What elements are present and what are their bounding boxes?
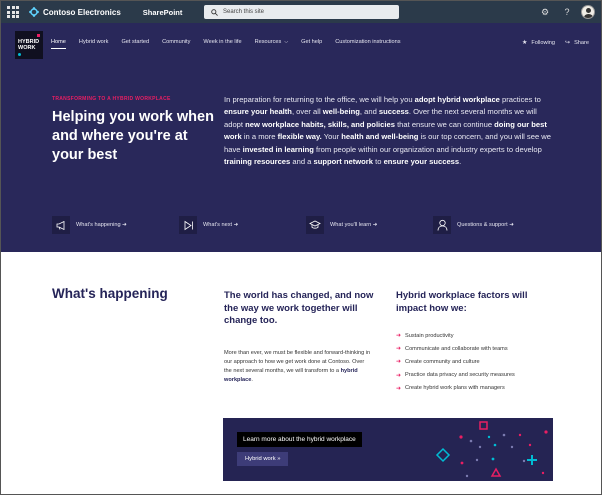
arrow-right-icon: ➜: [396, 372, 402, 379]
world-changed-block: The world has changed, and now the way w…: [224, 290, 384, 385]
following-button[interactable]: ★ Following: [522, 39, 556, 47]
nav-get-help[interactable]: Get help: [301, 39, 322, 45]
hero-emphasis: new workplace habits, skills, and polici…: [245, 119, 395, 129]
factor-text: Communicate and collaborate with teams: [405, 345, 508, 352]
hero-emphasis: well-being: [322, 107, 360, 117]
next-icon: [179, 216, 197, 234]
hero-text-segment: from people within our organization and …: [313, 144, 542, 154]
nav-get-started[interactable]: Get started: [121, 39, 149, 45]
contoso-logo-icon: [29, 7, 39, 17]
search-placeholder: Search this site: [223, 9, 265, 15]
nav-home[interactable]: Home: [51, 39, 66, 49]
hybrid-workplace-banner: Learn more about the hybrid workplace Hy…: [223, 418, 553, 481]
factor-text: Create community and culture: [405, 358, 480, 365]
factor-text: Sustain productivity: [405, 332, 454, 339]
hero-emphasis: invested in learning: [242, 144, 314, 154]
hero-emphasis: success: [378, 107, 409, 117]
hero-emphasis: ensure your success: [383, 157, 460, 167]
nav-customization-instructions[interactable]: Customization instructions: [335, 39, 400, 45]
hero-text-segment: practices to: [499, 95, 541, 104]
hero-text-segment: Your: [321, 132, 342, 142]
nav-resources[interactable]: Resources ⌵: [255, 39, 289, 45]
arrow-right-icon: ➜: [396, 385, 402, 392]
world-changed-heading: The world has changed, and now the way w…: [224, 290, 374, 326]
factors-block: Hybrid workplace factors will impact how…: [396, 290, 556, 395]
hero-emphasis: ensure your health: [224, 107, 292, 117]
chevron-down-icon: ⌵: [284, 39, 289, 45]
hero-eyebrow: TRANSFORMING TO A HYBRID WORKPLACE: [52, 96, 171, 102]
browser-frame: Contoso Electronics SharePoint Search th…: [0, 0, 602, 495]
hero-title: Helping you work when and where you're a…: [52, 109, 214, 163]
hero-text-segment: .: [459, 157, 462, 167]
following-label: Following: [531, 39, 556, 46]
nav-community[interactable]: Community: [162, 39, 190, 45]
list-item: ➜ Practice data privacy and security meas…: [396, 369, 556, 382]
share-icon: ↪: [565, 40, 571, 46]
hero-text-segment: In preparation for returning to the offi…: [224, 95, 415, 104]
nav-resources-label: Resources: [254, 39, 282, 45]
person-support-icon: [433, 216, 451, 234]
quick-link-what-youll-learn[interactable]: What you'll learn ➜: [306, 215, 377, 235]
quick-links: What's happening ➜ What's next ➜ What yo…: [52, 215, 552, 235]
nav-week-in-the-life[interactable]: Week in the life: [203, 39, 241, 45]
factors-list: ➜ Sustain productivity ➜ Communicate and c…: [396, 329, 556, 395]
factor-text: Create hybrid work plans with managers: [405, 385, 505, 392]
search-icon: [211, 8, 218, 16]
app-name[interactable]: SharePoint: [143, 8, 183, 17]
hero-text-segment: to: [373, 157, 384, 167]
arrow-right-icon: ➜: [396, 359, 402, 366]
list-item: ➜ Communicate and collaborate with teams: [396, 342, 556, 355]
hero-emphasis: training resources: [224, 157, 291, 167]
arrow-right-icon: ➜: [396, 346, 402, 353]
hero-description: In preparation for returning to the offi…: [224, 94, 554, 168]
waffle-icon[interactable]: [7, 6, 19, 18]
hero-text-segment: , over all: [291, 107, 323, 117]
nav-hybrid-work[interactable]: Hybrid work: [79, 39, 109, 45]
list-item: ➜ Create community and culture: [396, 355, 556, 368]
share-button[interactable]: ↪ Share: [565, 39, 589, 47]
search-box[interactable]: Search this site: [204, 5, 399, 19]
hybrid-work-button[interactable]: Hybrid work »: [237, 452, 289, 466]
list-item: ➜ Sustain productivity: [396, 329, 556, 342]
banner-title: Learn more about the hybrid workplace: [237, 432, 362, 447]
suite-bar: Contoso Electronics SharePoint Search th…: [1, 1, 601, 23]
list-item: ➜ Create hybrid work plans with managers: [396, 382, 556, 395]
quick-link-label: Questions & support ➜: [457, 222, 514, 228]
quick-link-whats-next[interactable]: What's next ➜: [179, 215, 238, 235]
star-icon: ★: [522, 40, 528, 46]
hero-emphasis: support network: [313, 157, 374, 167]
section-title: What's happening: [52, 286, 168, 301]
world-changed-body: More than ever, we must be flexible and …: [224, 349, 372, 385]
hero-emphasis: adopt hybrid workplace: [414, 95, 500, 104]
site-logo-line2: WORK: [18, 45, 36, 51]
quick-link-questions-support[interactable]: Questions & support ➜: [433, 215, 514, 235]
hero-emphasis: health and well-being: [341, 132, 419, 142]
quick-link-label: What's next ➜: [203, 222, 239, 228]
settings-icon[interactable]: ⚙: [537, 4, 553, 20]
hero-text-segment: , and: [359, 107, 379, 117]
site-navigation: Home Hybrid work Get started Community W…: [51, 39, 414, 49]
brand-name: Contoso Electronics: [43, 7, 121, 17]
graduation-cap-icon: [306, 216, 324, 234]
factors-heading: Hybrid workplace factors will impact how…: [396, 290, 528, 314]
quick-link-label: What you'll learn ➜: [330, 222, 378, 228]
hero-section: HYBRID WORK Home Hybrid work Get started…: [1, 23, 601, 252]
avatar[interactable]: [581, 5, 595, 19]
share-label: Share: [574, 39, 589, 46]
arrow-right-icon: ➜: [396, 333, 402, 340]
decorative-shapes-icon: [435, 421, 548, 478]
factor-text: Practice data privacy and security measu…: [405, 372, 515, 379]
brand[interactable]: Contoso Electronics: [29, 7, 121, 17]
site-logo[interactable]: HYBRID WORK: [15, 31, 43, 59]
hero-text-segment: in a more: [241, 132, 278, 142]
quick-link-whats-happening[interactable]: What's happening ➜: [52, 215, 127, 235]
world-changed-body-end: .: [251, 376, 253, 383]
help-icon[interactable]: ?: [559, 4, 575, 20]
hero-text-segment: and a: [290, 157, 314, 167]
megaphone-icon: [52, 216, 70, 234]
hero-emphasis: flexible way.: [277, 132, 322, 142]
quick-link-label: What's happening ➜: [76, 222, 127, 228]
hero-text-segment: that ensure we can continue: [394, 119, 495, 129]
